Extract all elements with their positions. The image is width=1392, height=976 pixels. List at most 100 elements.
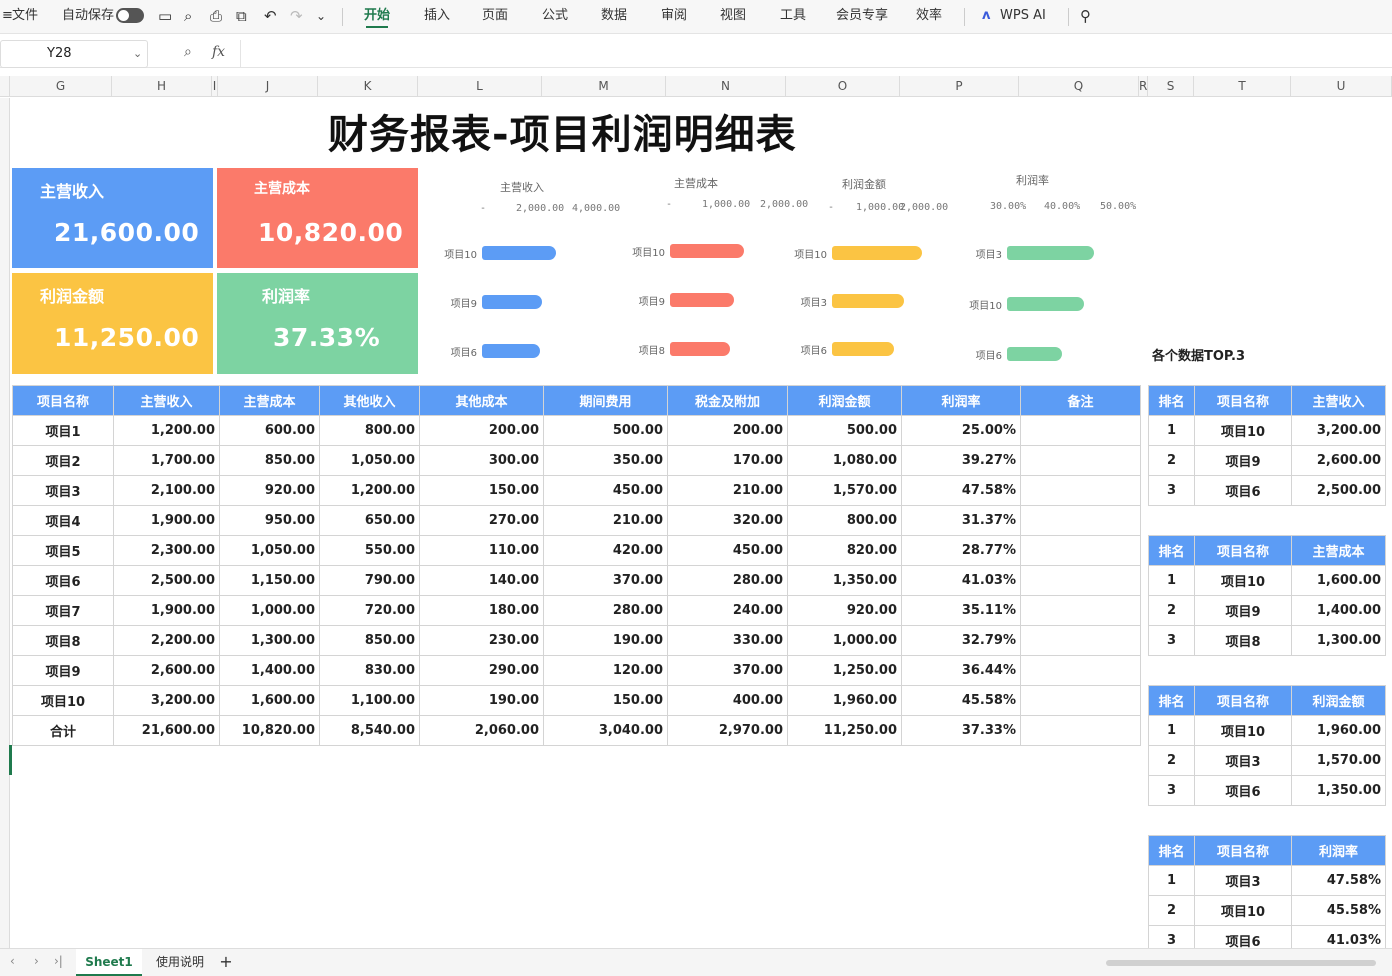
table-cell[interactable]: 850.00 <box>219 445 320 476</box>
table-cell[interactable]: 210.00 <box>667 475 788 506</box>
tab-member[interactable]: 会员专享 <box>836 0 888 32</box>
table-cell[interactable] <box>1020 475 1141 506</box>
table-cell[interactable]: 2,600.00 <box>113 655 220 686</box>
table-cell[interactable]: 190.00 <box>543 625 668 656</box>
top3-cell[interactable]: 3 <box>1148 925 1195 948</box>
table-cell[interactable]: 120.00 <box>543 655 668 686</box>
table-cell[interactable]: 2,200.00 <box>113 625 220 656</box>
table-cell[interactable]: 项目5 <box>12 535 114 566</box>
table-cell[interactable]: 1,600.00 <box>219 685 320 716</box>
tab-insert[interactable]: 插入 <box>424 0 450 32</box>
column-l[interactable]: L <box>418 76 542 97</box>
table-cell[interactable]: 项目6 <box>12 565 114 596</box>
table-cell[interactable]: 1,050.00 <box>319 445 420 476</box>
table-cell[interactable]: 370.00 <box>667 655 788 686</box>
table-cell[interactable]: 1,150.00 <box>219 565 320 596</box>
top3-cell[interactable]: 项目6 <box>1194 925 1292 948</box>
table-cell[interactable]: 47.58% <box>901 475 1021 506</box>
top3-cell[interactable]: 1,960.00 <box>1291 715 1386 746</box>
table-cell[interactable]: 项目7 <box>12 595 114 626</box>
table-cell[interactable]: 项目9 <box>12 655 114 686</box>
table-cell[interactable] <box>1020 595 1141 626</box>
table-cell[interactable] <box>1020 535 1141 566</box>
table-cell[interactable]: 800.00 <box>319 415 420 446</box>
sheet-tab-sheet1[interactable]: Sheet1 <box>76 949 142 976</box>
table-cell[interactable]: 1,900.00 <box>113 505 220 536</box>
file-menu[interactable]: 文件 <box>12 0 38 32</box>
top3-cell[interactable]: 项目3 <box>1194 865 1292 896</box>
table-cell[interactable] <box>1020 445 1141 476</box>
save-icon[interactable]: ▭ <box>158 0 172 32</box>
column-j[interactable]: J <box>218 76 318 97</box>
table-cell[interactable]: 230.00 <box>419 625 544 656</box>
table-cell[interactable]: 1,350.00 <box>787 565 902 596</box>
top3-cell[interactable]: 项目3 <box>1194 745 1292 776</box>
top3-cell[interactable]: 1 <box>1148 415 1195 446</box>
top3-cell[interactable]: 项目10 <box>1194 895 1292 926</box>
chevron-down-icon[interactable]: ⌄ <box>316 0 326 32</box>
table-cell[interactable]: 830.00 <box>319 655 420 686</box>
table-cell[interactable]: 200.00 <box>419 415 544 446</box>
table-cell[interactable]: 500.00 <box>787 415 902 446</box>
table-cell[interactable]: 400.00 <box>667 685 788 716</box>
table-cell[interactable]: 210.00 <box>543 505 668 536</box>
table-cell[interactable]: 920.00 <box>787 595 902 626</box>
table-cell[interactable]: 1,700.00 <box>113 445 220 476</box>
table-cell[interactable]: 1,000.00 <box>219 595 320 626</box>
first-sheet-icon[interactable]: ‹ <box>10 954 15 968</box>
table-cell[interactable]: 8,540.00 <box>319 715 420 746</box>
top3-cell[interactable]: 2 <box>1148 745 1195 776</box>
table-cell[interactable]: 1,050.00 <box>219 535 320 566</box>
table-cell[interactable]: 项目4 <box>12 505 114 536</box>
table-cell[interactable]: 790.00 <box>319 565 420 596</box>
chevron-down-icon[interactable]: ⌄ <box>133 41 142 67</box>
table-cell[interactable]: 10,820.00 <box>219 715 320 746</box>
tab-formula[interactable]: 公式 <box>542 0 568 32</box>
table-cell[interactable]: 450.00 <box>667 535 788 566</box>
top3-cell[interactable]: 项目8 <box>1194 625 1292 656</box>
table-cell[interactable]: 项目2 <box>12 445 114 476</box>
table-cell[interactable]: 36.44% <box>901 655 1021 686</box>
table-cell[interactable]: 270.00 <box>419 505 544 536</box>
table-cell[interactable]: 150.00 <box>543 685 668 716</box>
top3-cell[interactable]: 1,300.00 <box>1291 625 1386 656</box>
horizontal-scrollbar[interactable] <box>1106 960 1376 966</box>
top3-cell[interactable]: 3 <box>1148 625 1195 656</box>
top3-cell[interactable]: 2,500.00 <box>1291 475 1386 506</box>
brush-icon[interactable]: ⌕ <box>184 0 192 32</box>
tab-data[interactable]: 数据 <box>601 0 627 32</box>
column-t[interactable]: T <box>1194 76 1291 97</box>
name-box[interactable]: Y28 ⌄ <box>0 40 148 68</box>
tab-efficiency[interactable]: 效率 <box>916 0 942 32</box>
table-cell[interactable]: 450.00 <box>543 475 668 506</box>
table-cell[interactable]: 240.00 <box>667 595 788 626</box>
top3-cell[interactable]: 2,600.00 <box>1291 445 1386 476</box>
table-cell[interactable]: 35.11% <box>901 595 1021 626</box>
top3-cell[interactable]: 1 <box>1148 715 1195 746</box>
top3-cell[interactable]: 1 <box>1148 565 1195 596</box>
table-cell[interactable]: 600.00 <box>219 415 320 446</box>
table-cell[interactable]: 45.58% <box>901 685 1021 716</box>
table-cell[interactable]: 2,060.00 <box>419 715 544 746</box>
table-cell[interactable] <box>1020 625 1141 656</box>
table-cell[interactable]: 650.00 <box>319 505 420 536</box>
table-cell[interactable]: 项目10 <box>12 685 114 716</box>
top3-cell[interactable]: 1,600.00 <box>1291 565 1386 596</box>
table-cell[interactable]: 1,080.00 <box>787 445 902 476</box>
add-sheet-button[interactable]: + <box>216 949 236 976</box>
top3-cell[interactable]: 1,400.00 <box>1291 595 1386 626</box>
top3-cell[interactable]: 项目10 <box>1194 715 1292 746</box>
select-all-corner[interactable] <box>0 76 10 97</box>
table-cell[interactable]: 2,300.00 <box>113 535 220 566</box>
table-cell[interactable]: 290.00 <box>419 655 544 686</box>
table-cell[interactable]: 190.00 <box>419 685 544 716</box>
table-cell[interactable]: 1,200.00 <box>113 415 220 446</box>
table-cell[interactable]: 21,600.00 <box>113 715 220 746</box>
table-cell[interactable]: 370.00 <box>543 565 668 596</box>
top3-cell[interactable]: 1,570.00 <box>1291 745 1386 776</box>
table-cell[interactable]: 920.00 <box>219 475 320 506</box>
zoom-formula-icon[interactable]: ⌕ <box>184 44 192 60</box>
top3-cell[interactable]: 3,200.00 <box>1291 415 1386 446</box>
table-cell[interactable]: 820.00 <box>787 535 902 566</box>
table-cell[interactable]: 37.33% <box>901 715 1021 746</box>
